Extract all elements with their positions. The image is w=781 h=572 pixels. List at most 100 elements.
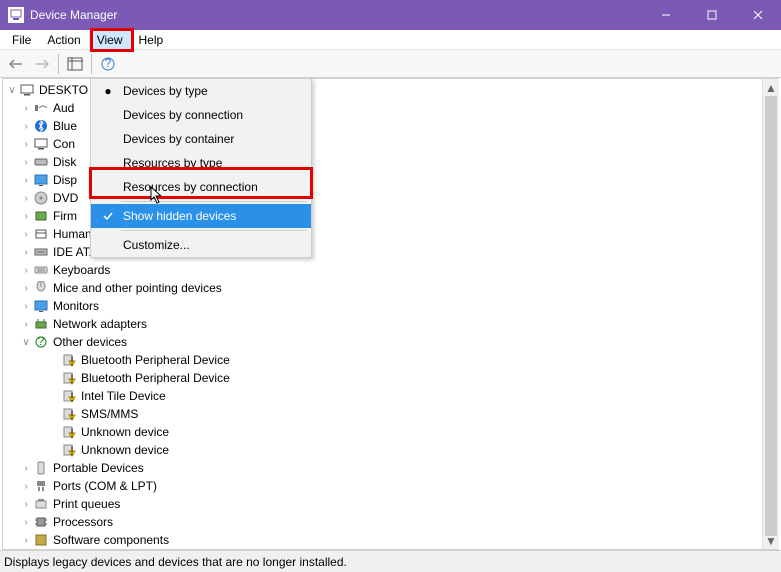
expand-icon[interactable]: › [19,535,33,546]
tree-item[interactable]: › Keyboards [5,261,778,279]
tree-item-other-child[interactable]: !Intel Tile Device [5,387,778,405]
tree-item-other-child[interactable]: !Unknown device [5,423,778,441]
tree-item-label: Print queues [53,497,120,511]
tree-item[interactable]: › Print queues [5,495,778,513]
menu-item-label: Resources by connection [119,180,258,194]
check-icon [97,210,119,222]
vertical-scrollbar[interactable]: ▲ ▼ [762,79,779,549]
show-hide-tree-button[interactable] [63,53,87,75]
svg-text:!: ! [70,426,73,439]
expand-icon[interactable]: › [19,283,33,294]
tree-item[interactable]: › Portable Devices [5,459,778,477]
scroll-up-button[interactable]: ▲ [763,79,779,96]
device-category-icon [33,514,49,530]
tree-item-label: Firm [53,209,77,223]
menu-item-label: Devices by connection [119,108,243,122]
device-category-icon: ! [61,442,77,458]
menu-resources-by-type[interactable]: Resources by type [91,151,311,175]
menubar: File Action View Help [0,30,781,50]
close-button[interactable] [735,0,781,30]
tree-item-label: Network adapters [53,317,147,331]
expand-icon[interactable]: › [19,103,33,114]
menu-item-label: Customize... [119,238,190,252]
expand-icon[interactable]: › [19,265,33,276]
expand-icon[interactable]: › [19,121,33,132]
help-button[interactable]: ? [96,53,120,75]
menu-customize[interactable]: Customize... [91,233,311,257]
menu-devices-by-container[interactable]: Devices by container [91,127,311,151]
tree-item-other-child[interactable]: !Bluetooth Peripheral Device [5,369,778,387]
device-category-icon [33,298,49,314]
expand-icon[interactable]: › [19,499,33,510]
menu-devices-by-connection[interactable]: Devices by connection [91,103,311,127]
menu-action[interactable]: Action [39,31,88,49]
expand-icon[interactable]: › [19,193,33,204]
device-category-icon [33,478,49,494]
menu-file[interactable]: File [4,31,39,49]
collapse-icon[interactable]: ∨ [19,337,33,348]
tree-item[interactable]: › Network adapters [5,315,778,333]
minimize-button[interactable] [643,0,689,30]
statusbar: Displays legacy devices and devices that… [0,550,781,572]
tree-item[interactable]: ›Monitors [5,297,778,315]
expand-icon[interactable]: › [19,229,33,240]
menu-view[interactable]: View [89,31,131,49]
tree-item-label: Portable Devices [53,461,144,475]
scroll-down-button[interactable]: ▼ [763,532,779,549]
device-category-icon [33,172,49,188]
tree-item-other-child[interactable]: ! Bluetooth Peripheral Device [5,351,778,369]
menu-devices-by-type[interactable]: ● Devices by type [91,79,311,103]
device-category-icon: ! [61,424,77,440]
expand-icon[interactable]: › [19,157,33,168]
menu-separator [121,201,307,202]
tree-item[interactable]: ›Ports (COM & LPT) [5,477,778,495]
tree-item-label: Disk [53,155,76,169]
device-category-icon [33,100,49,116]
expand-icon[interactable]: › [19,481,33,492]
scroll-thumb[interactable] [765,96,777,536]
svg-text:!: ! [70,444,73,457]
expand-icon[interactable]: › [19,247,33,258]
tree-item-label: Keyboards [53,263,110,277]
expand-icon[interactable]: › [19,319,33,330]
tree-item-label: Aud [53,101,74,115]
device-category-icon [33,460,49,476]
expand-icon[interactable]: › [19,139,33,150]
expand-icon[interactable]: › [19,301,33,312]
back-button[interactable] [4,53,28,75]
expand-icon[interactable]: › [19,463,33,474]
device-category-icon [33,190,49,206]
device-category-icon: ! [61,352,77,368]
device-category-icon: ! [61,370,77,386]
computer-icon [19,82,35,98]
tree-item[interactable]: ›Software components [5,531,778,549]
tree-item-label: Unknown device [81,443,169,457]
menu-item-label: Devices by type [119,84,208,98]
svg-text:!: ! [70,390,73,403]
maximize-button[interactable] [689,0,735,30]
tree-item-label: Con [53,137,75,151]
tree-item-other-child[interactable]: !SMS/MMS [5,405,778,423]
content-area: ∨ DESKTO ›Aud›Blue›Con›Disk›Disp›DVD›Fir… [0,78,781,550]
tree-item-other-devices[interactable]: ∨ ? Other devices [5,333,778,351]
expand-icon[interactable]: › [19,517,33,528]
app-icon [8,7,24,23]
svg-text:?: ? [105,57,112,70]
device-category-icon [33,208,49,224]
menu-help[interactable]: Help [131,31,172,49]
menu-resources-by-connection[interactable]: Resources by connection [91,175,311,199]
toolbar-separator [91,54,92,74]
device-category-icon [33,154,49,170]
expand-icon[interactable]: › [19,211,33,222]
menu-item-label: Devices by container [119,132,234,146]
collapse-icon[interactable]: ∨ [5,85,19,96]
tree-item-label: Bluetooth Peripheral Device [81,353,230,367]
tree-item[interactable]: ›Processors [5,513,778,531]
tree-item-label: Mice and other pointing devices [53,281,222,295]
menu-show-hidden-devices[interactable]: Show hidden devices [91,204,311,228]
expand-icon[interactable]: › [19,175,33,186]
tree-item-other-child[interactable]: ! Unknown device [5,441,778,459]
forward-button[interactable] [30,53,54,75]
device-category-icon [33,532,49,548]
tree-item[interactable]: › Mice and other pointing devices [5,279,778,297]
